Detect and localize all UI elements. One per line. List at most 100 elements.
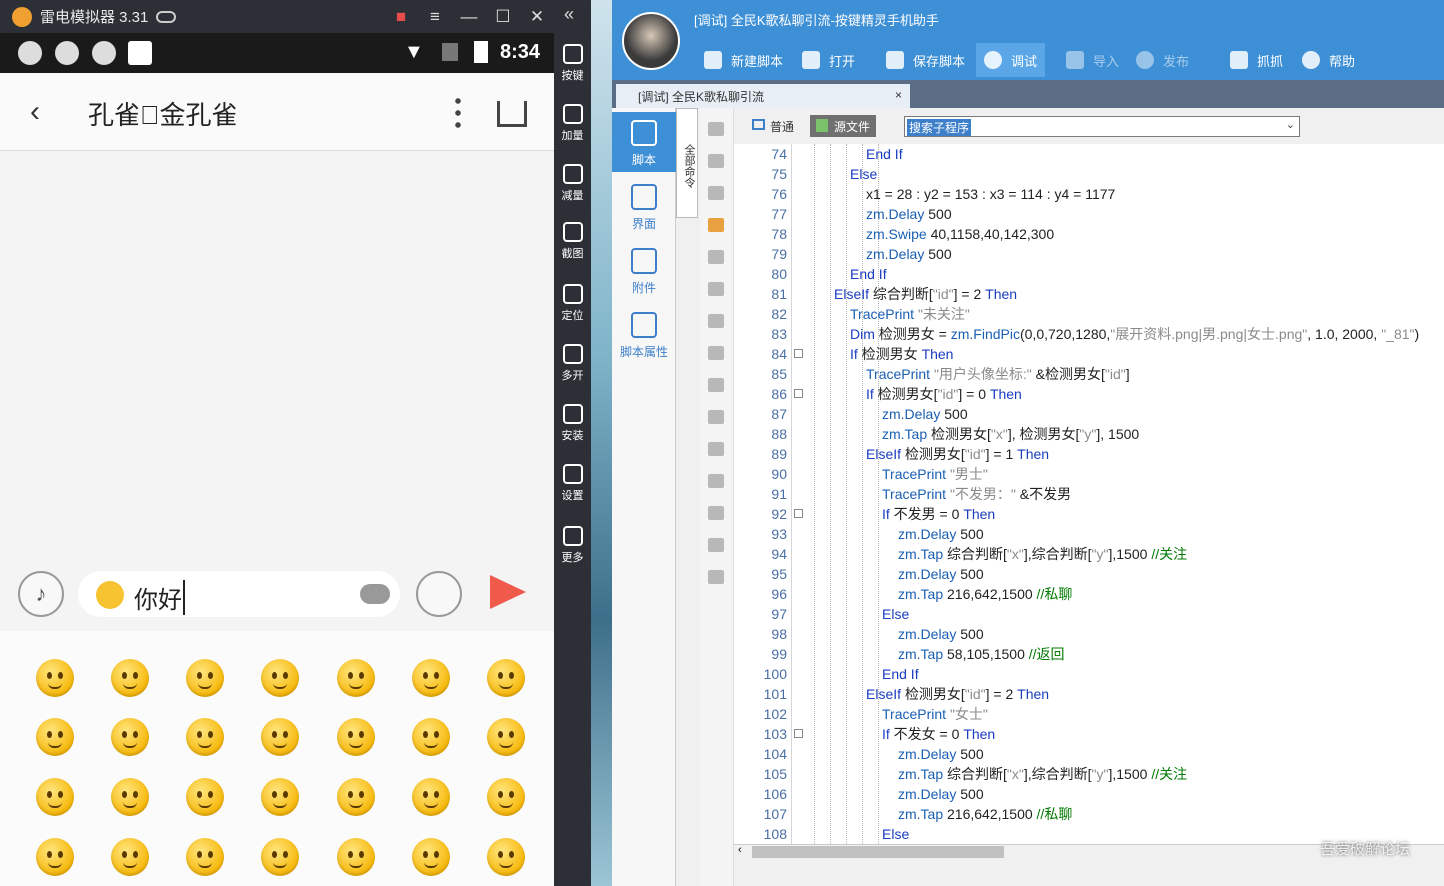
emoji-item[interactable] [337,838,375,876]
emoji-item[interactable] [487,838,525,876]
chat-bubble-icon[interactable] [360,584,390,604]
sidebar-item-2[interactable]: 减量 [554,164,591,203]
replace-icon[interactable] [708,538,724,552]
mode-normal-button[interactable]: 普通 [752,118,794,135]
emoji-item[interactable] [487,778,525,816]
help-icon [1302,51,1320,69]
message-input[interactable]: 你好 [78,571,400,617]
nav-item-1[interactable]: 界面 [612,176,676,236]
emoji-item[interactable] [36,718,74,756]
mode-source-button[interactable]: 源文件 [810,115,877,137]
subroutine-search-select[interactable]: 搜索子程序 ⌄ [904,116,1300,137]
emoji-item[interactable] [487,659,525,697]
nav-item-0[interactable]: 脚本 [612,112,676,172]
back-icon[interactable]: ‹ [30,95,40,129]
all-commands-tab[interactable]: 全部命令 [676,108,698,218]
emoji-item[interactable] [111,778,149,816]
move-down-icon[interactable] [708,122,724,136]
emoji-item[interactable] [111,659,149,697]
cut-icon[interactable] [708,250,724,264]
emoji-item[interactable] [337,718,375,756]
save-script-button[interactable]: 保存脚本 [886,48,965,72]
maximize-icon[interactable]: ☐ [486,0,520,33]
code-line: TracePrint "不发男：" &不发男 [882,484,1071,504]
delete-icon[interactable] [708,186,724,200]
emoji-item[interactable] [261,778,299,816]
emoji-item[interactable] [487,718,525,756]
comment-icon[interactable] [708,346,724,360]
publish-button[interactable]: 发布 [1136,48,1189,72]
sidebar-item-4[interactable]: 定位 [554,284,591,323]
code-editor[interactable]: 74 75 76 77 78 79 80 81 82 83 84 85 86 87 88 89 90 91 92 93… [734,144,1444,844]
goto-icon[interactable] [708,474,724,488]
undo-icon[interactable] [708,410,724,424]
move-up-icon[interactable] [708,154,724,168]
line-number: 103 [763,726,787,742]
emoji-item[interactable] [186,778,224,816]
keyboard-button[interactable] [416,571,462,617]
scrollbar-thumb[interactable] [752,846,1004,858]
emoji-item[interactable] [186,838,224,876]
find-icon[interactable] [708,506,724,520]
import-button[interactable]: 导入 [1066,48,1119,72]
emoji-item[interactable] [36,659,74,697]
emoji-item[interactable] [261,718,299,756]
new-script-button[interactable]: 新建脚本 [704,48,783,72]
avatar[interactable] [622,12,680,70]
menu-icon[interactable]: ≡ [418,0,452,33]
emoji-item[interactable] [186,718,224,756]
sidebar-item-7[interactable]: 设置 [554,464,591,503]
emoji-item[interactable] [261,838,299,876]
gift-icon[interactable]: ■ [384,0,418,33]
hand-icon[interactable] [708,218,724,232]
uncomment-icon[interactable] [708,378,724,392]
fold-toggle-icon[interactable] [794,509,803,518]
emoji-item[interactable] [36,778,74,816]
nav-item-2[interactable]: 附件 [612,240,676,300]
audio-bars-icon[interactable] [497,101,527,127]
more-vertical-icon[interactable] [455,95,461,131]
emoji-item[interactable] [337,778,375,816]
sidebar-item-1[interactable]: 加量 [554,104,591,143]
emoji-item[interactable] [412,718,450,756]
tab-script[interactable]: [调试] 全民K歌私聊引流 × [616,84,910,108]
voice-button[interactable]: ♪ [18,571,64,617]
redo-icon[interactable] [708,442,724,456]
copy-icon[interactable] [708,282,724,296]
sidebar-item-0[interactable]: 按键 [554,44,591,83]
paste-icon[interactable] [708,314,724,328]
sidebar-item-8[interactable]: 更多 [554,526,591,565]
chevron-down-icon[interactable]: ⌄ [1286,118,1295,131]
sidebar-item-5[interactable]: 多开 [554,344,591,383]
close-icon[interactable]: ✕ [520,0,554,33]
gamepad-icon[interactable] [156,10,177,23]
emoji-item[interactable] [186,659,224,697]
code-token: ] = 2 [985,686,1018,702]
emoji-item[interactable] [412,838,450,876]
emoji-item[interactable] [111,718,149,756]
sidebar-item-6[interactable]: 安装 [554,404,591,443]
help-button[interactable]: 帮助 [1302,48,1355,72]
send-icon[interactable] [490,575,526,609]
clear-icon[interactable] [708,570,724,584]
emoji-item[interactable] [412,778,450,816]
fold-toggle-icon[interactable] [794,729,803,738]
fold-toggle-icon[interactable] [794,389,803,398]
minimize-icon[interactable]: — [452,0,486,33]
emoji-item[interactable] [36,838,74,876]
emoji-item[interactable] [261,659,299,697]
chat-message-area[interactable] [0,151,554,561]
debug-button[interactable]: 调试 [976,43,1046,77]
fold-toggle-icon[interactable] [794,349,803,358]
emoji-icon[interactable] [96,581,124,609]
collapse-icon[interactable]: « [564,4,574,25]
emoji-item[interactable] [412,659,450,697]
nav-item-3[interactable]: 脚本属性 [612,304,676,364]
emoji-item[interactable] [337,659,375,697]
emoji-item[interactable] [111,838,149,876]
scroll-left-icon[interactable]: ‹ [738,844,742,856]
sidebar-item-3[interactable]: 截图 [554,222,591,261]
open-button[interactable]: 打开 [802,48,855,72]
tab-close-icon[interactable]: × [895,88,902,102]
capture-button[interactable]: 抓抓 [1230,48,1283,72]
